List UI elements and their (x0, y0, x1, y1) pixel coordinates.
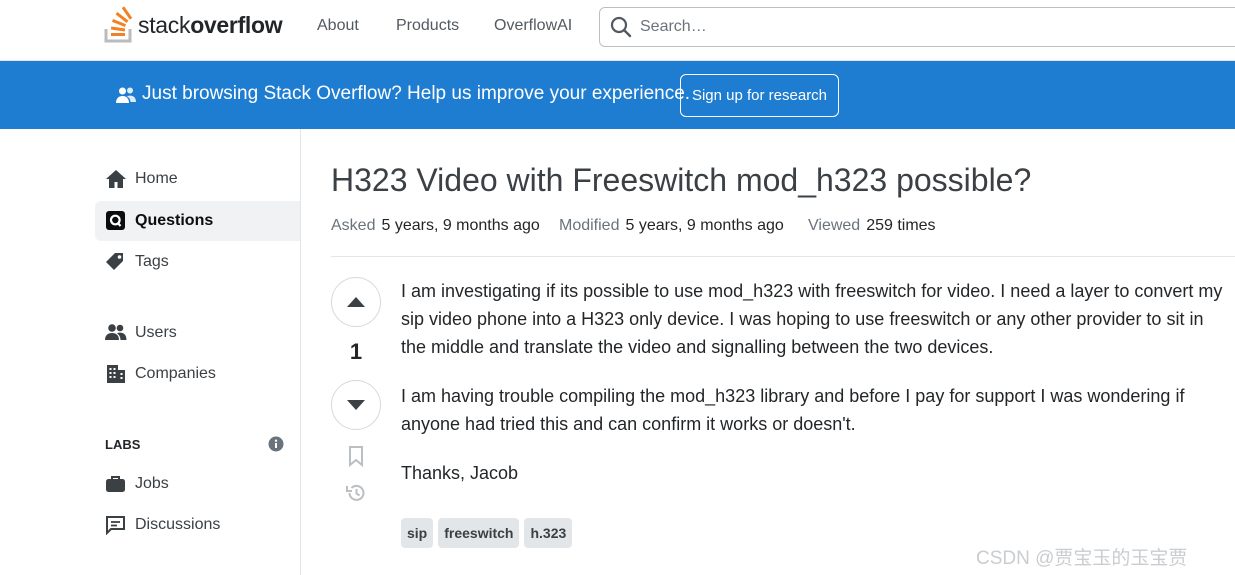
sidebar-item-label: Users (135, 324, 177, 341)
nav-overflowai[interactable]: OverflowAI (494, 17, 572, 35)
vote-count: 1 (349, 339, 363, 364)
briefcase-icon (106, 476, 125, 492)
watermark: CSDN @贾宝玉的玉宝贾 (976, 548, 1188, 569)
users-icon (105, 324, 127, 340)
info-icon[interactable] (268, 436, 284, 452)
post-paragraph: I am investigating if its possible to us… (401, 281, 1223, 357)
search-icon (610, 16, 632, 38)
left-sidebar: Home Questions Tags Users Companies LABS… (0, 129, 301, 575)
search-input[interactable] (640, 8, 1230, 46)
sidebar-item-label: Questions (135, 212, 214, 229)
sidebar-item-label: Discussions (135, 516, 221, 533)
tag-h323[interactable]: h.323 (524, 518, 573, 548)
history-icon[interactable] (345, 482, 367, 504)
top-bar: stackoverflow About Products OverflowAI (0, 0, 1235, 61)
post-signature: Thanks, Jacob (401, 463, 519, 483)
sign-up-for-research-button[interactable]: Sign up for research (680, 74, 839, 117)
asked-value[interactable]: 5 years, 9 months ago (381, 217, 539, 234)
sidebar-item-tags[interactable]: Tags (95, 242, 300, 282)
nav-about[interactable]: About (317, 17, 359, 35)
sidebar-item-discussions[interactable]: Discussions (95, 505, 300, 545)
logo-text: stackoverflow (138, 11, 283, 38)
bookmark-icon[interactable] (345, 445, 367, 467)
asked-meta: Asked 5 years, 9 months ago (331, 217, 540, 235)
viewed-meta: Viewed 259 times (808, 217, 936, 235)
sidebar-item-label: Tags (135, 253, 169, 270)
upvote-button[interactable] (331, 277, 381, 327)
home-icon (106, 170, 126, 188)
banner-text: Just browsing Stack Overflow? Help us im… (142, 83, 691, 104)
search-box[interactable] (599, 7, 1235, 47)
sidebar-item-users[interactable]: Users (95, 313, 300, 353)
stackoverflow-logo-icon (104, 6, 133, 43)
labs-heading: LABS (105, 437, 141, 452)
downvote-button[interactable] (331, 380, 381, 430)
sidebar-item-label: Home (135, 170, 178, 187)
question-main: H323 Video with Freeswitch mod_h323 poss… (331, 129, 1235, 575)
discussions-icon (106, 516, 125, 535)
sidebar-item-label: Jobs (135, 475, 169, 492)
tag-sip[interactable]: sip (401, 518, 434, 548)
question-title[interactable]: H323 Video with Freeswitch mod_h323 poss… (331, 162, 1031, 199)
companies-icon (107, 365, 125, 383)
sidebar-item-jobs[interactable]: Jobs (95, 464, 300, 504)
asked-label: Asked (331, 217, 376, 234)
nav-products[interactable]: Products (396, 17, 459, 35)
arrow-up-icon (347, 297, 365, 307)
sidebar-item-companies[interactable]: Companies (95, 354, 300, 394)
research-banner: Just browsing Stack Overflow? Help us im… (0, 61, 1235, 129)
post-paragraph: I am having trouble compiling the mod_h3… (401, 386, 1185, 434)
viewed-label: Viewed (808, 217, 861, 234)
modified-value[interactable]: 5 years, 9 months ago (625, 217, 783, 234)
sidebar-item-home[interactable]: Home (95, 159, 300, 199)
sidebar-item-questions[interactable]: Questions (95, 201, 300, 241)
questions-icon (106, 211, 125, 230)
tag-list: sip freeswitch h.323 (401, 518, 573, 548)
arrow-down-icon (347, 400, 365, 410)
viewed-value: 259 times (866, 217, 936, 234)
tag-freeswitch[interactable]: freeswitch (438, 518, 520, 548)
modified-meta: Modified 5 years, 9 months ago (559, 217, 784, 235)
users-icon (116, 87, 136, 103)
sidebar-item-label: Companies (135, 365, 216, 382)
stackoverflow-logo[interactable]: stackoverflow (104, 6, 283, 44)
tag-icon (106, 253, 123, 270)
modified-label: Modified (559, 217, 620, 234)
header-divider (331, 256, 1235, 257)
